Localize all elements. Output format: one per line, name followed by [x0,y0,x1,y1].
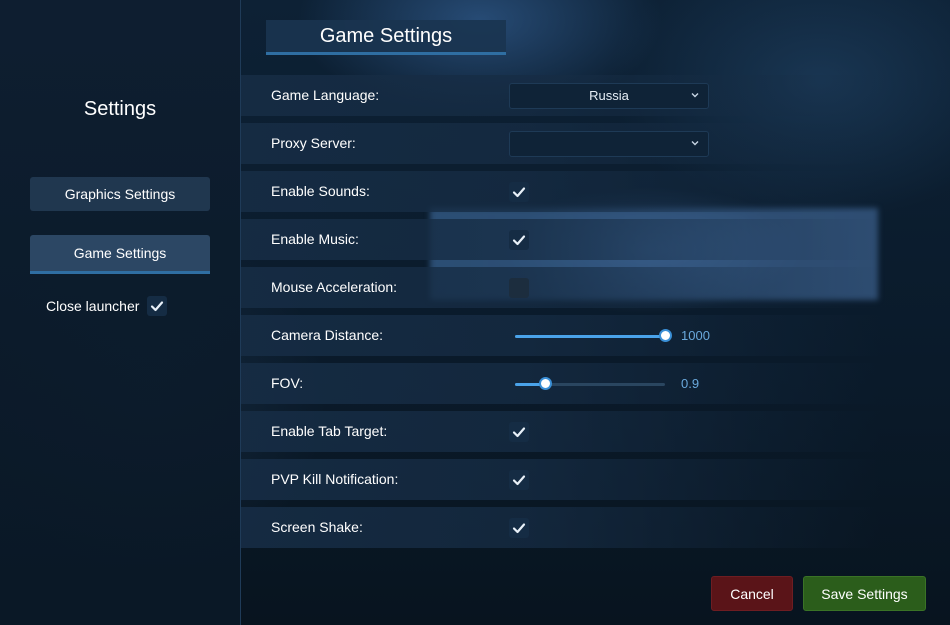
close-launcher-checkbox[interactable] [147,296,168,316]
save-button-label: Save Settings [821,585,908,602]
enable-music-checkbox[interactable] [509,229,529,250]
page-title: Game Settings [266,20,506,55]
setting-row-fov: FOV: 0.9 [241,363,881,404]
enable-tab-target-checkbox[interactable] [509,421,529,442]
save-settings-button[interactable]: Save Settings [803,576,926,611]
check-icon [512,426,526,437]
cancel-button-label: Cancel [730,585,774,602]
game-language-select[interactable]: Russia [509,82,709,109]
setting-label: Game Language: [271,87,380,103]
setting-row-game-language: Game Language: Russia [241,75,881,116]
fov-slider[interactable] [515,376,665,392]
sidebar-title: Settings [83,98,157,120]
check-icon [512,474,526,485]
close-launcher-row: Close launcher [46,296,168,316]
proxy-server-select[interactable] [509,130,709,157]
select-value: Russia [589,88,629,103]
setting-row-enable-music: Enable Music: [241,219,881,260]
fov-value: 0.9 [681,376,700,391]
check-icon [151,301,164,312]
camera-distance-slider[interactable] [515,328,672,344]
close-launcher-label: Close launcher [46,298,140,314]
check-icon [512,234,526,245]
setting-row-enable-tab-target: Enable Tab Target: [241,411,881,452]
setting-row-proxy-server: Proxy Server: [241,123,881,164]
setting-row-enable-sounds: Enable Sounds: [241,171,881,212]
setting-label: Proxy Server: [271,135,356,151]
sidebar-item-label: Game Settings [73,245,167,261]
mouse-acceleration-checkbox[interactable] [509,277,529,298]
sidebar-item-game-settings[interactable]: Game Settings [30,235,210,274]
setting-row-pvp-kill-notification: PVP Kill Notification: [241,459,881,500]
sidebar-item-graphics-settings[interactable]: Graphics Settings [30,177,210,211]
setting-row-screen-shake: Screen Shake: [241,507,881,548]
slider-thumb[interactable] [659,328,672,342]
setting-label: Mouse Acceleration: [271,279,398,295]
screen-shake-checkbox[interactable] [509,517,529,538]
page-title-text: Game Settings [319,24,453,47]
chevron-down-icon [691,140,699,145]
camera-distance-value: 1000 [681,328,710,343]
setting-row-mouse-acceleration: Mouse Acceleration: [241,267,881,308]
setting-label: Camera Distance: [271,327,384,343]
setting-label: PVP Kill Notification: [271,471,399,487]
enable-sounds-checkbox[interactable] [509,181,529,202]
check-icon [512,522,526,533]
sidebar: Settings Graphics Settings Game Settings… [0,0,241,625]
slider-fill [515,334,665,338]
setting-label: Enable Sounds: [271,183,370,199]
slider-thumb[interactable] [539,376,552,390]
setting-label: Enable Tab Target: [271,423,388,439]
setting-label: FOV: [271,375,304,391]
check-icon [512,186,526,197]
setting-label: Enable Music: [271,231,359,247]
setting-row-camera-distance: Camera Distance: 1000 [241,315,881,356]
chevron-down-icon [691,92,699,97]
sidebar-item-label: Graphics Settings [64,186,176,202]
setting-label: Screen Shake: [271,519,363,535]
pvp-kill-notification-checkbox[interactable] [509,469,529,490]
cancel-button[interactable]: Cancel [711,576,793,611]
